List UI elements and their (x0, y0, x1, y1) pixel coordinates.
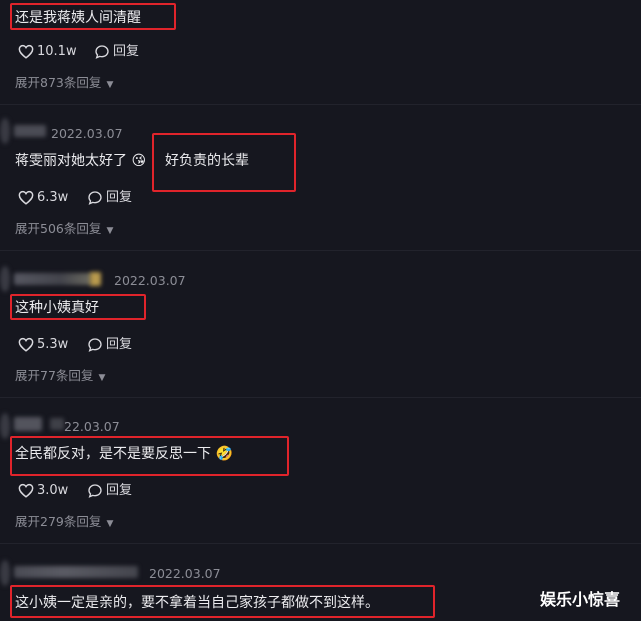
reply-label: 回复 (106, 337, 133, 352)
avatar (0, 266, 10, 292)
reply-label: 回复 (106, 190, 133, 205)
annotation-text: 好负责的长辈 (165, 153, 249, 169)
heart-icon (18, 190, 34, 205)
like-count: 3.0w (37, 483, 69, 498)
comment-date: 22.03.07 (64, 419, 120, 434)
caret-down-icon: ▼ (106, 80, 114, 90)
username-blurred (50, 418, 64, 430)
badge-icon (90, 272, 101, 286)
highlight-box (10, 294, 146, 320)
username-blurred (14, 273, 92, 285)
comment-bubble-icon (87, 483, 103, 499)
highlight-box (10, 3, 176, 30)
highlight-box (10, 436, 289, 476)
expand-replies[interactable]: 展开506条回复 ▼ (15, 218, 113, 240)
avatar (0, 413, 10, 439)
comment-bubble-icon (94, 44, 110, 60)
caret-down-icon: ▼ (106, 226, 114, 236)
expand-replies[interactable]: 展开873条回复 ▼ (15, 72, 113, 94)
kiss-emoji-icon: 😘 (131, 153, 147, 169)
divider (0, 397, 641, 398)
comment-date: 2022.03.07 (149, 566, 221, 581)
divider (0, 543, 641, 544)
like-count: 5.3w (37, 337, 69, 352)
heart-icon (18, 337, 34, 352)
username-blurred (14, 566, 138, 578)
reply-label: 回复 (106, 483, 133, 498)
divider (0, 104, 641, 105)
caret-down-icon: ▼ (106, 519, 114, 529)
like-count: 6.3w (37, 190, 69, 205)
watermark: 娱乐小惊喜 (540, 590, 621, 609)
username-blurred (14, 417, 42, 431)
avatar (0, 118, 10, 144)
comment-date: 2022.03.07 (114, 273, 186, 288)
comment-bubble-icon (87, 190, 103, 206)
heart-icon (18, 44, 34, 59)
reply-label: 回复 (113, 44, 140, 59)
expand-replies[interactable]: 展开279条回复 ▼ (15, 511, 113, 533)
username-blurred (14, 125, 46, 137)
comment-2-text: 蒋雯丽对她太好了 😘 (15, 153, 147, 169)
caret-down-icon: ▼ (98, 373, 106, 383)
highlight-box (10, 585, 435, 618)
heart-icon (18, 483, 34, 498)
comment-bubble-icon (87, 337, 103, 353)
expand-replies[interactable]: 展开77条回复 ▼ (15, 365, 105, 387)
avatar (0, 560, 10, 586)
comment-date: 2022.03.07 (51, 126, 123, 141)
like-count: 10.1w (37, 44, 77, 59)
divider (0, 250, 641, 251)
